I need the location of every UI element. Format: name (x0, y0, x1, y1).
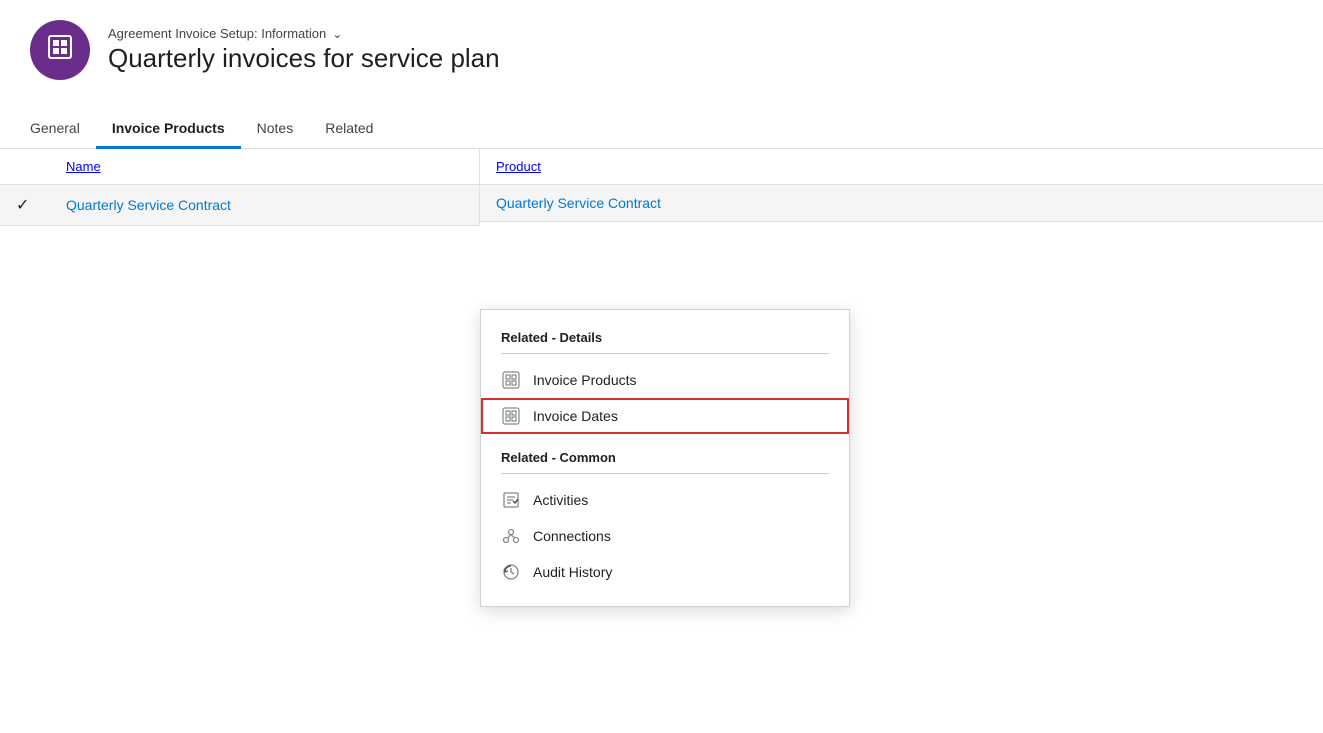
invoice-products-menu-item[interactable]: Invoice Products (481, 362, 849, 398)
left-panel: Name ✓ Quarterly Service Contract (0, 149, 480, 226)
checkmark-icon: ✓ (16, 197, 29, 214)
section1-title: Related - Details (481, 326, 849, 353)
audit-history-icon (501, 562, 521, 582)
header-text: Agreement Invoice Setup: Information ⌄ Q… (108, 26, 500, 74)
col-name-header[interactable]: Name (50, 149, 479, 185)
section2-divider (501, 473, 829, 474)
left-table: Name ✓ Quarterly Service Contract (0, 149, 479, 226)
invoice-products-label: Invoice Products (533, 372, 637, 388)
two-panel: Name ✓ Quarterly Service Contract (0, 149, 1323, 226)
right-table: Product Quarterly Service Contract (480, 149, 1323, 222)
table-area: Name ✓ Quarterly Service Contract (0, 149, 1323, 226)
activities-icon (501, 490, 521, 510)
page-title: Quarterly invoices for service plan (108, 43, 500, 74)
row-name-link[interactable]: Quarterly Service Contract (66, 197, 231, 213)
invoice-dates-menu-item[interactable]: Invoice Dates (481, 398, 849, 434)
activities-label: Activities (533, 492, 588, 508)
audit-history-menu-item[interactable]: Audit History (481, 554, 849, 590)
invoice-dates-icon (501, 406, 521, 426)
tab-notes[interactable]: Notes (241, 110, 310, 149)
activities-menu-item[interactable]: Activities (481, 482, 849, 518)
related-dropdown-menu: Related - Details Invoice Products (480, 309, 850, 607)
col-check (0, 149, 50, 185)
breadcrumb-text: Agreement Invoice Setup: Information (108, 26, 326, 41)
avatar-icon (46, 33, 74, 67)
invoice-products-icon (501, 370, 521, 390)
breadcrumb[interactable]: Agreement Invoice Setup: Information ⌄ (108, 26, 500, 41)
audit-history-label: Audit History (533, 564, 612, 580)
section2-title: Related - Common (481, 446, 849, 473)
tab-related[interactable]: Related (309, 110, 389, 149)
product-cell[interactable]: Quarterly Service Contract (480, 185, 1323, 222)
name-cell[interactable]: Quarterly Service Contract (50, 185, 479, 226)
name-column-link[interactable]: Name (66, 159, 101, 174)
tab-bar: General Invoice Products Notes Related (0, 110, 1323, 149)
table-row: Quarterly Service Contract (480, 185, 1323, 222)
product-column-link[interactable]: Product (496, 159, 541, 174)
tab-general[interactable]: General (30, 110, 96, 149)
connections-menu-item[interactable]: Connections (481, 518, 849, 554)
right-panel: Product Quarterly Service Contract (480, 149, 1323, 226)
section1-divider (501, 353, 829, 354)
row-product-link[interactable]: Quarterly Service Contract (496, 195, 661, 211)
connections-icon (501, 526, 521, 546)
table-row: ✓ Quarterly Service Contract (0, 185, 479, 226)
chevron-down-icon: ⌄ (332, 27, 342, 41)
tab-invoice-products[interactable]: Invoice Products (96, 110, 241, 149)
page-header: Agreement Invoice Setup: Information ⌄ Q… (0, 0, 1323, 90)
invoice-dates-label: Invoice Dates (533, 408, 618, 424)
app-avatar (30, 20, 90, 80)
col-product-header[interactable]: Product (480, 149, 1323, 185)
connections-label: Connections (533, 528, 611, 544)
check-cell: ✓ (0, 185, 50, 226)
